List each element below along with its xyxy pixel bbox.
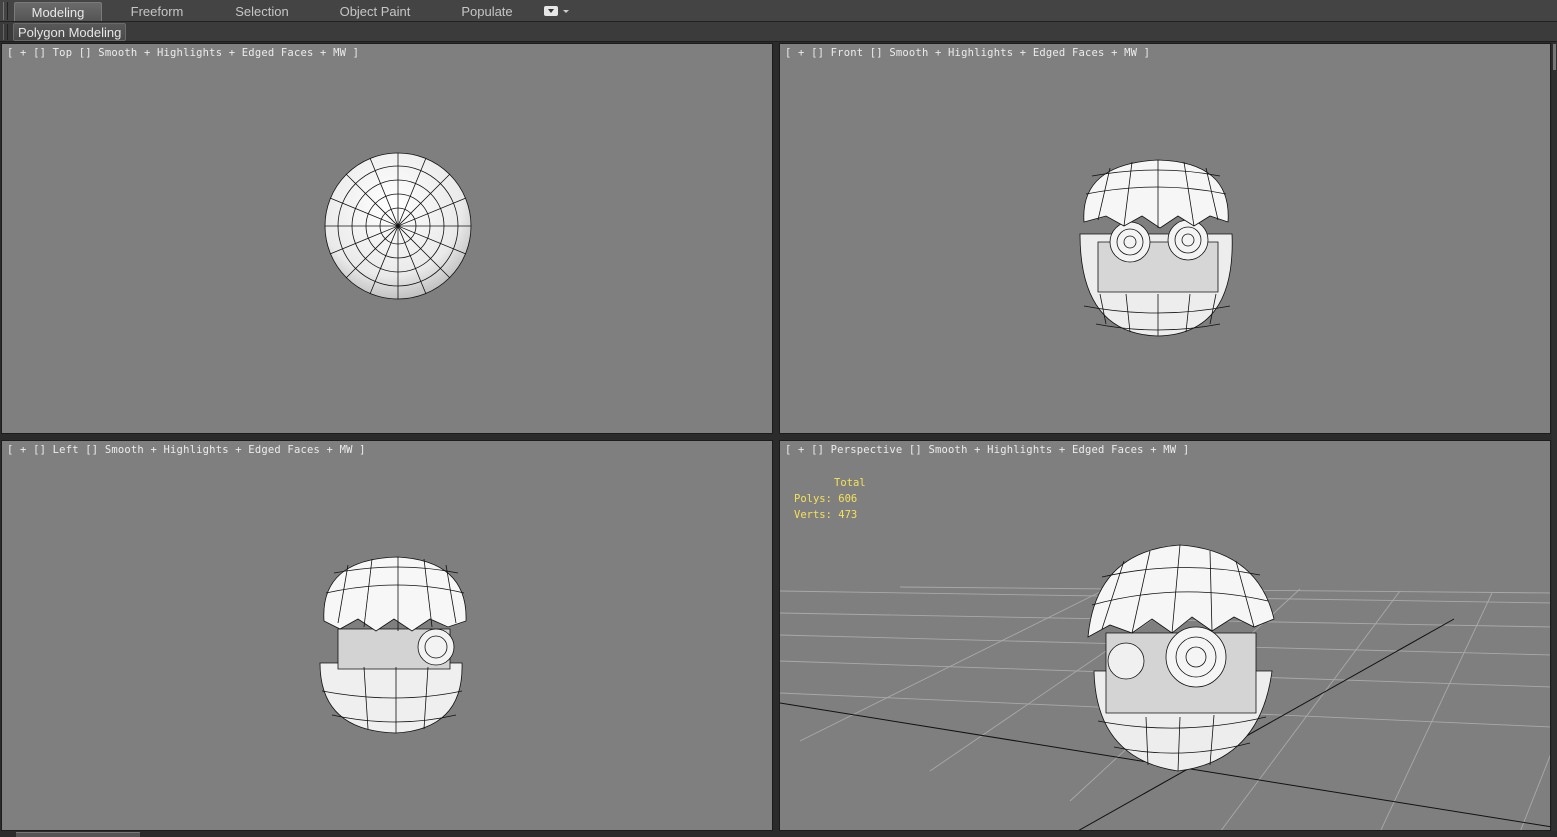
viewport-top[interactable]: [ + [] Top [] Smooth + Highlights + Edge…: [1, 43, 773, 434]
stats-total-label: Total: [834, 477, 866, 489]
viewport-front[interactable]: [ + [] Front [] Smooth + Highlights + Ed…: [779, 43, 1551, 434]
viewport-perspective-label[interactable]: [ + [] Perspective [] Smooth + Highlight…: [785, 444, 1189, 456]
stats-verts: Verts: 473: [794, 509, 858, 521]
viewport-front-label[interactable]: [ + [] Front [] Smooth + Highlights + Ed…: [785, 47, 1150, 59]
tab-modeling[interactable]: Modeling: [14, 2, 102, 21]
front-view-model: [1079, 159, 1233, 337]
tab-object-paint[interactable]: Object Paint: [330, 2, 420, 21]
stats-polys: Polys: 606: [794, 493, 858, 505]
ribbon-tab-bar: Modeling Freeform Selection Object Paint…: [0, 0, 1557, 22]
tab-freeform[interactable]: Freeform: [118, 2, 196, 21]
top-view-model: [324, 152, 472, 300]
tab-selection[interactable]: Selection: [222, 2, 302, 21]
viewport-left-label[interactable]: [ + [] Left [] Smooth + Highlights + Edg…: [7, 444, 366, 456]
chevron-down-icon[interactable]: [563, 10, 569, 13]
polygon-stats-overlay: Total Polys: 606 Verts: 473: [794, 475, 866, 523]
viewport-left[interactable]: [ + [] Left [] Smooth + Highlights + Edg…: [1, 440, 773, 831]
right-scrollbar[interactable]: [1552, 42, 1557, 837]
ribbon-grip-handle[interactable]: [3, 2, 8, 20]
bottom-tab[interactable]: [16, 832, 140, 837]
panel-grip-handle[interactable]: [3, 24, 8, 40]
scrollbar-thumb[interactable]: [1553, 44, 1556, 70]
ribbon-panel-row: Polygon Modeling: [0, 22, 1557, 42]
dropdown-menu-icon[interactable]: [544, 6, 558, 16]
bottom-strip: [0, 831, 1557, 837]
left-view-model: [319, 556, 467, 734]
viewport-top-label[interactable]: [ + [] Top [] Smooth + Highlights + Edge…: [7, 47, 359, 59]
polygon-modeling-panel-button[interactable]: Polygon Modeling: [13, 23, 127, 41]
viewport-perspective[interactable]: [ + [] Perspective [] Smooth + Highlight…: [779, 440, 1551, 831]
perspective-view-scene: [780, 544, 1550, 830]
tab-populate[interactable]: Populate: [450, 2, 524, 21]
